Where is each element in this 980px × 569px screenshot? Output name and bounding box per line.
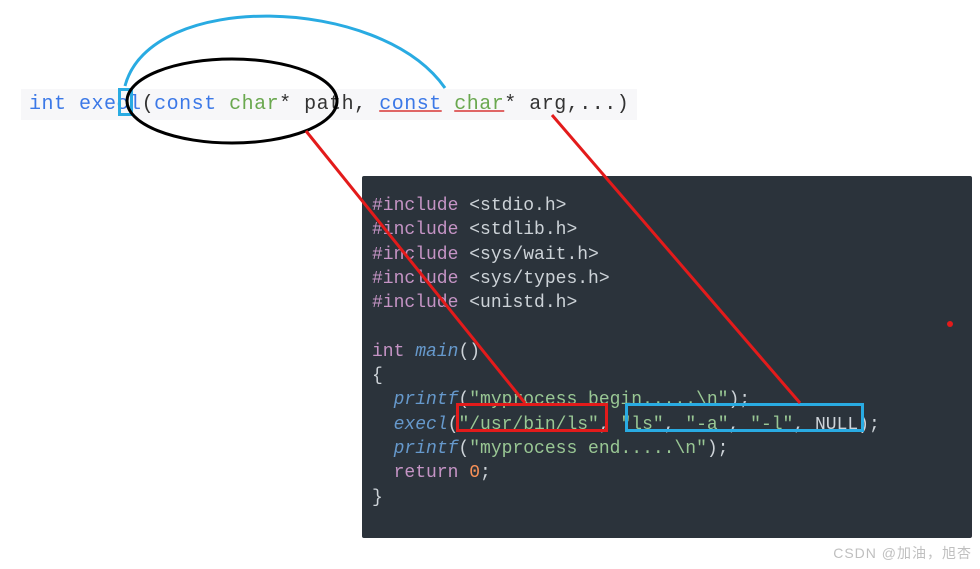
watermark: CSDN @加油，旭杏 (833, 543, 972, 563)
sig-param1-star: * (279, 93, 292, 116)
red-dot-icon (947, 321, 953, 327)
sig-param2-type: char (454, 93, 504, 116)
sig-comma: , (354, 93, 367, 116)
highlight-path-arg (456, 403, 608, 432)
sig-ellipsis: ,...) (567, 93, 630, 116)
code-sample: #include <stdio.h> #include <stdlib.h> #… (362, 176, 972, 538)
execl-signature: int execl(const char* path, const char* … (21, 89, 637, 120)
code-line-5: #include <unistd.h> (372, 291, 962, 315)
sig-param2-star: * (504, 93, 517, 116)
sig-param1-type: char (229, 93, 279, 116)
code-line-2: #include <stdlib.h> (372, 218, 962, 242)
code-line-12: return 0; (372, 461, 962, 485)
sig-param1-const: const (154, 93, 217, 116)
code-line-13: } (372, 486, 962, 510)
code-line-1: #include <stdio.h> (372, 194, 962, 218)
code-line-7: int main() (372, 340, 962, 364)
sig-param2-const: const (379, 93, 442, 116)
code-line-11: printf("myprocess end.....\n"); (372, 437, 962, 461)
code-line-8: { (372, 364, 962, 388)
sig-param2-name: arg (529, 93, 567, 116)
sig-param1-name: path (304, 93, 354, 116)
highlight-varargs (625, 403, 864, 432)
code-line-3: #include <sys/wait.h> (372, 243, 962, 267)
sig-open-paren: ( (142, 93, 155, 116)
code-line-4: #include <sys/types.h> (372, 267, 962, 291)
sig-return-type: int (29, 93, 67, 116)
code-line-6 (372, 315, 962, 339)
highlight-l-letter (118, 88, 133, 116)
arc-l-to-arg (125, 16, 445, 88)
